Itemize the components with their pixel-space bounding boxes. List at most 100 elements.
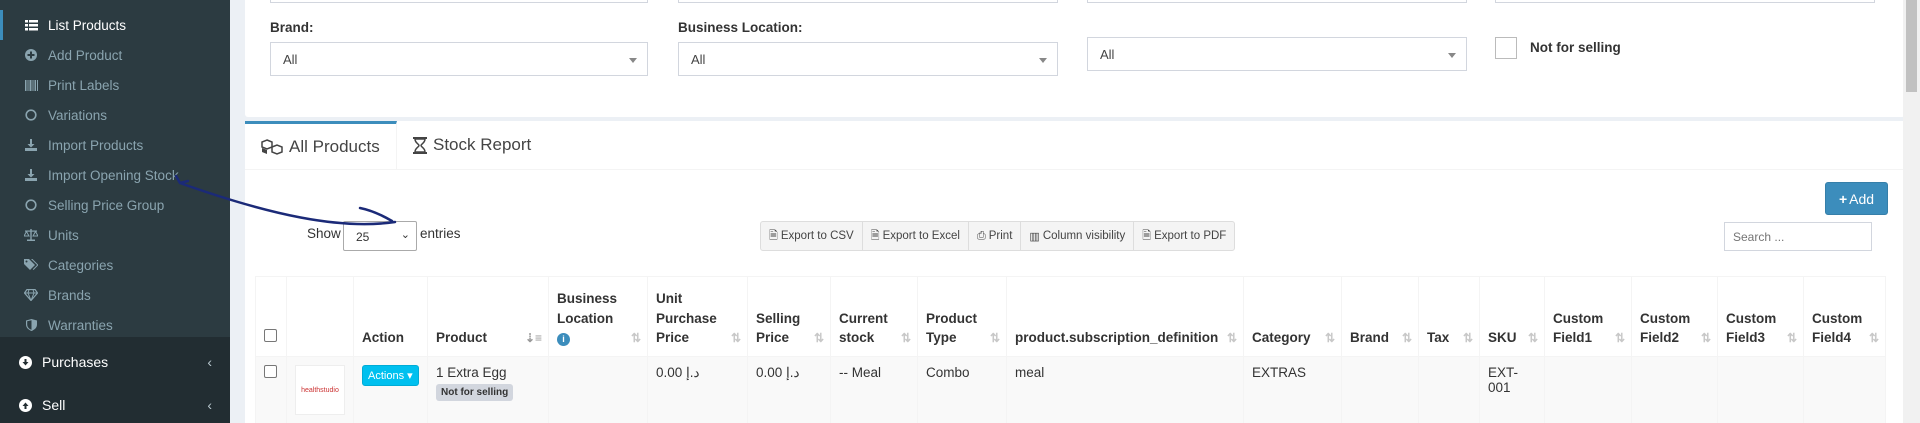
sidebar-item-selling-price-group[interactable]: Selling Price Group: [0, 190, 230, 220]
filter-select[interactable]: All: [1087, 37, 1467, 71]
sidebar-item-import-opening-stock[interactable]: Import Opening Stock: [0, 160, 230, 190]
header-label: Unit Purchase Price: [656, 291, 717, 346]
header-label: Tax: [1427, 330, 1450, 346]
image-header: [286, 276, 354, 357]
sort-icon: ⇅: [1324, 330, 1335, 345]
not-for-selling-checkbox[interactable]: [1495, 37, 1517, 59]
barcode-icon: [22, 79, 40, 91]
sort-icon: ⇅: [1462, 330, 1473, 345]
search-input[interactable]: [1724, 222, 1872, 251]
custom-field1-header[interactable]: Custom Field1 ⇅: [1544, 276, 1632, 357]
header-label: Action: [362, 330, 404, 346]
sidebar-item-add-product[interactable]: Add Product: [0, 40, 230, 70]
page-scrollbar[interactable]: [1903, 0, 1920, 423]
product-cell: 1 Extra Egg Not for selling: [427, 356, 549, 423]
entries-length-select[interactable]: 25 ⌄: [343, 221, 417, 251]
plus-icon: +: [1838, 190, 1848, 207]
sidebar-item-label: Categories: [48, 257, 114, 273]
actions-dropdown-button[interactable]: Actions ▾: [362, 365, 419, 386]
sidebar-item-variations[interactable]: Variations: [0, 100, 230, 130]
filter-input-top[interactable]: [270, 0, 648, 3]
custom-field4-header[interactable]: Custom Field4 ⇅: [1803, 276, 1886, 357]
caret-down-icon: [629, 58, 637, 63]
products-table: Action Product ⇣≡ Business Location i ⇅ Uni…: [255, 276, 1886, 423]
chevron-down-icon: ⌄: [400, 229, 410, 241]
sidebar-item-units[interactable]: Units: [0, 220, 230, 250]
business-location-select[interactable]: All: [678, 42, 1058, 76]
sidebar-item-categories[interactable]: Categories: [0, 250, 230, 280]
sort-desc-icon: ⇣≡: [524, 330, 542, 345]
scrollbar-thumb[interactable]: [1906, 0, 1917, 92]
status-badge: Not for selling: [436, 384, 514, 401]
table-header-row: Action Product ⇣≡ Business Location i ⇅ Uni…: [255, 276, 1886, 357]
sort-icon: ⇅: [630, 330, 641, 345]
product-type-header[interactable]: Product Type ⇅: [917, 276, 1007, 357]
export-pdf-button[interactable]: 🗎 Export to PDF: [1134, 222, 1234, 250]
sort-icon: ⇅: [1700, 330, 1711, 345]
sidebar-section-sell[interactable]: Sell ‹: [0, 385, 230, 423]
plus-circle-icon: [22, 49, 40, 61]
arrow-circle-up-icon: [16, 398, 34, 412]
not-for-selling-label: Not for selling: [1530, 40, 1621, 55]
filter-input-top[interactable]: [1087, 0, 1467, 3]
sidebar-item-brands[interactable]: Brands: [0, 280, 230, 310]
sidebar-item-label: Brands: [48, 287, 91, 303]
shield-icon: [22, 319, 40, 331]
sort-icon: ⇅: [1401, 330, 1412, 345]
tab-label: All Products: [289, 136, 380, 156]
subscription-header[interactable]: product.subscription_definition ⇅: [1006, 276, 1244, 357]
current-stock-cell: -- Meal: [830, 356, 918, 423]
selling-price-cell: 0.00 د.إ: [747, 356, 831, 423]
sidebar-item-print-labels[interactable]: Print Labels: [0, 70, 230, 100]
brand-header[interactable]: Brand ⇅: [1341, 276, 1419, 357]
select-all-header: [255, 276, 287, 357]
product-header[interactable]: Product ⇣≡: [427, 276, 549, 357]
tab-label: Stock Report: [433, 135, 532, 154]
circle-icon: [22, 109, 40, 121]
hourglass-icon: [413, 136, 427, 154]
sidebar-item-label: List Products: [48, 17, 127, 33]
add-product-button[interactable]: + Add: [1825, 182, 1888, 215]
export-csv-button[interactable]: 🗎 Export to CSV: [761, 222, 863, 250]
tax-header[interactable]: Tax ⇅: [1418, 276, 1480, 357]
tags-icon: [22, 259, 40, 271]
sidebar-item-import-products[interactable]: Import Products: [0, 130, 230, 160]
sort-icon: ⇅: [1868, 330, 1879, 345]
selling-price-header[interactable]: Selling Price ⇅: [747, 276, 831, 357]
sidebar-section-purchases[interactable]: Purchases ‹: [0, 342, 230, 382]
sidebar-item-warranties[interactable]: Warranties: [0, 310, 230, 340]
row-checkbox[interactable]: [264, 365, 277, 378]
custom-field3-header[interactable]: Custom Field3 ⇅: [1717, 276, 1804, 357]
tab-stock-report[interactable]: Stock Report: [397, 121, 547, 169]
filter-input-top[interactable]: [678, 0, 1058, 3]
product-thumbnail[interactable]: healthstudio: [295, 365, 345, 415]
business-location-header[interactable]: Business Location i ⇅: [548, 276, 648, 357]
caret-down-icon: ▾: [404, 370, 413, 382]
current-stock-header[interactable]: Current stock ⇅: [830, 276, 918, 357]
sort-icon: ⇅: [1226, 330, 1237, 345]
print-button[interactable]: ⎙ Print: [969, 222, 1022, 250]
filters-panel: Brand: All Business Location: All All No…: [245, 0, 1905, 117]
sidebar-section-label: Sell: [42, 397, 66, 413]
export-button-group: 🗎 Export to CSV 🗎 Export to Excel ⎙ Print ▥…: [760, 221, 1236, 251]
sidebar-item-list-products[interactable]: List Products: [0, 10, 230, 40]
header-label: Custom Field2: [1640, 310, 1691, 346]
table-row: healthstudio Actions ▾ 1 Extra Egg Not fo…: [255, 356, 1886, 423]
column-visibility-button[interactable]: ▥ Column visibility: [1021, 222, 1135, 250]
header-label: Selling Price: [756, 310, 801, 346]
caret-down-icon: [1039, 58, 1047, 63]
info-icon[interactable]: i: [557, 333, 570, 347]
brand-select[interactable]: All: [270, 42, 648, 76]
export-excel-button[interactable]: 🗎 Export to Excel: [863, 222, 969, 250]
row-select-cell: [255, 356, 287, 423]
sku-header[interactable]: SKU ⇅: [1479, 276, 1545, 357]
tab-all-products[interactable]: All Products: [245, 121, 397, 169]
category-header[interactable]: Category ⇅: [1243, 276, 1342, 357]
custom-field2-header[interactable]: Custom Field2 ⇅: [1631, 276, 1718, 357]
filter-input-top[interactable]: [1495, 0, 1875, 3]
unit-purchase-price-header[interactable]: Unit Purchase Price ⇅: [647, 276, 748, 357]
select-all-checkbox[interactable]: [264, 329, 277, 343]
header-label: Custom Field4: [1812, 310, 1863, 346]
chevron-left-icon: ‹: [207, 397, 212, 413]
image-cell: healthstudio: [286, 356, 354, 423]
